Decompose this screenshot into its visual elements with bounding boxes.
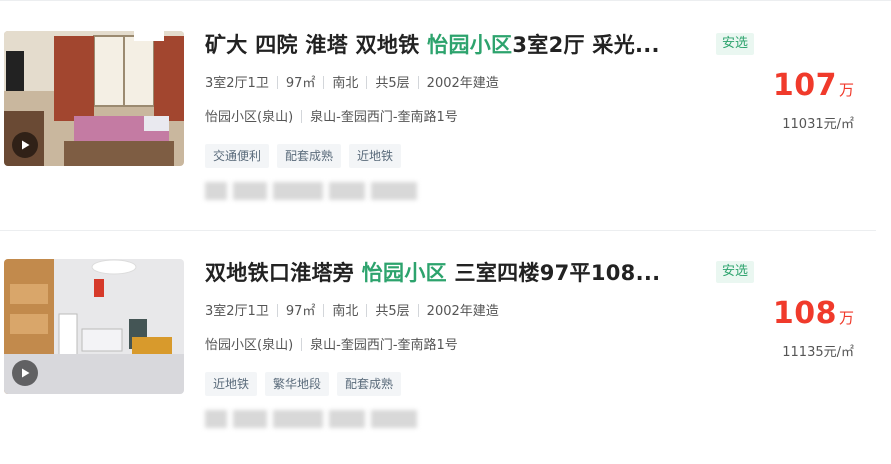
total-price: 108 万	[772, 296, 854, 331]
anxuan-badge: 安选	[716, 33, 755, 55]
tag: 交通便利	[205, 144, 270, 168]
play-icon[interactable]	[12, 360, 38, 386]
tag: 近地铁	[205, 372, 258, 396]
tag: 繁华地段	[265, 372, 330, 396]
listing-divider	[0, 230, 876, 231]
tag-list: 交通便利 配套成熟 近地铁	[205, 144, 402, 168]
anxuan-badge: 安选	[716, 261, 755, 283]
blurred-agent-info	[205, 410, 423, 428]
tag-list: 近地铁 繁华地段 配套成熟	[205, 372, 402, 396]
unit-price: 11135元/㎡	[782, 345, 854, 360]
tag: 配套成熟	[337, 372, 402, 396]
listing-title[interactable]: 双地铁口淮塔旁 怡园小区 三室四楼97平108...	[205, 258, 705, 288]
house-info: 3室2厅1卫 97㎡ 南北 共5层 2002年建造	[205, 76, 499, 91]
house-info: 3室2厅1卫 97㎡ 南北 共5层 2002年建造	[205, 304, 499, 319]
tag: 近地铁	[349, 144, 402, 168]
tag: 配套成熟	[277, 144, 342, 168]
play-icon[interactable]	[12, 132, 38, 158]
location-info: 怡园小区(泉山) 泉山-奎园西门-奎南路1号	[205, 106, 458, 125]
community-highlight[interactable]: 怡园小区	[362, 261, 447, 285]
unit-price: 11031元/㎡	[782, 117, 854, 132]
address-text: 泉山-奎园西门-奎南路1号	[310, 110, 458, 125]
blurred-agent-info	[205, 182, 423, 200]
total-price: 107 万	[772, 68, 854, 103]
listing-thumbnail[interactable]	[4, 31, 184, 166]
top-divider	[0, 0, 891, 1]
community-highlight[interactable]: 怡园小区	[427, 33, 512, 57]
listing-card[interactable]: 矿大 四院 淮塔 双地铁 怡园小区3室2厅 采光... 安选 3室2厅1卫 97㎡…	[0, 16, 891, 236]
listing-thumbnail[interactable]	[4, 259, 184, 394]
location-info: 怡园小区(泉山) 泉山-奎园西门-奎南路1号	[205, 334, 458, 353]
community-link[interactable]: 怡园小区(泉山)	[205, 338, 293, 353]
community-link[interactable]: 怡园小区(泉山)	[205, 110, 293, 125]
listing-title[interactable]: 矿大 四院 淮塔 双地铁 怡园小区3室2厅 采光...	[205, 30, 705, 60]
address-text: 泉山-奎园西门-奎南路1号	[310, 338, 458, 353]
listing-card[interactable]: 双地铁口淮塔旁 怡园小区 三室四楼97平108... 安选 3室2厅1卫 97㎡南…	[0, 244, 891, 464]
